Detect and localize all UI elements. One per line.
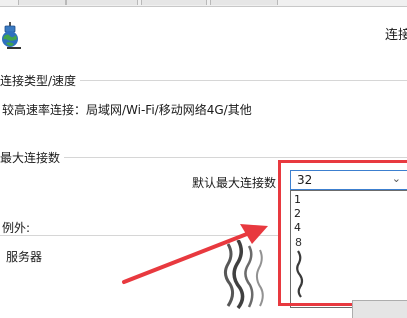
- option-item[interactable]: 1: [294, 193, 301, 206]
- max-connections-select[interactable]: 32 ⌄: [290, 170, 407, 190]
- settings-window: 连接 连接类型/速度 较高速率连接：局域网/Wi-Fi/移动网络4G/其他 最大…: [0, 0, 407, 318]
- tab-1[interactable]: [18, 0, 66, 5]
- max-connections-title: 最大连接数: [0, 149, 65, 166]
- option-item[interactable]: 4: [294, 221, 301, 234]
- blur-artifact: [223, 240, 264, 310]
- exceptions-label: 例外:: [2, 221, 31, 235]
- group-divider: [0, 235, 278, 236]
- header-right-label: 连接: [385, 28, 407, 43]
- tab-4[interactable]: [210, 0, 278, 5]
- option-item[interactable]: 8: [294, 237, 308, 299]
- connection-type-title: 连接类型/速度: [0, 72, 81, 89]
- selected-value: 32: [297, 173, 313, 187]
- option-item[interactable]: 2: [294, 207, 301, 220]
- tab-strip: [0, 0, 407, 7]
- tab-2[interactable]: [66, 0, 138, 5]
- option-item-text: 8: [295, 237, 302, 249]
- network-globe-icon: [2, 22, 21, 49]
- default-max-connections-label: 默认最大连接数: [192, 176, 277, 190]
- bottom-button[interactable]: [352, 300, 407, 318]
- max-connections-options[interactable]: 1 2 4 8: [290, 190, 407, 308]
- tab-3[interactable]: [141, 0, 207, 5]
- chevron-down-icon[interactable]: ⌄: [392, 172, 401, 185]
- connection-type-value[interactable]: 较高速率连接：局域网/Wi-Fi/移动网络4G/其他: [2, 101, 252, 118]
- exception-item[interactable]: 服务器: [6, 248, 42, 265]
